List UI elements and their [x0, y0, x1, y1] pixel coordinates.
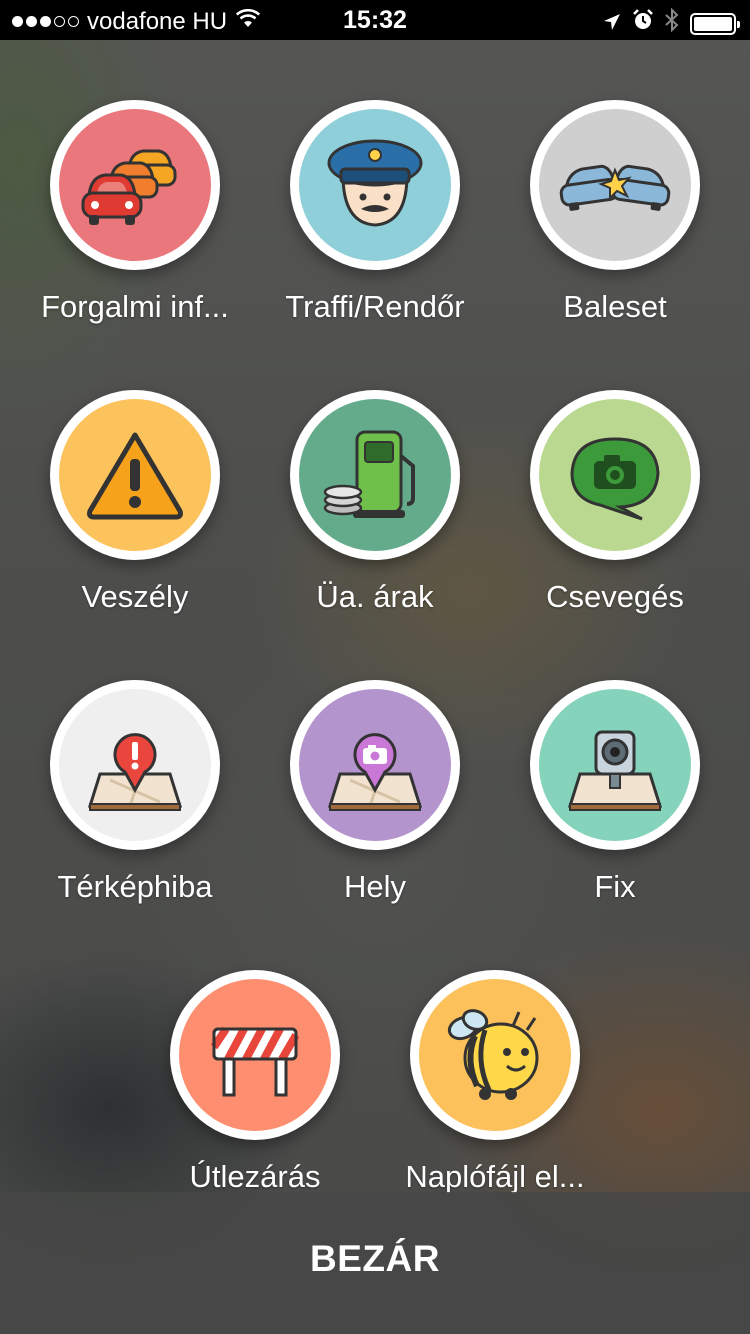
place-camera-icon — [299, 689, 451, 841]
crash-icon — [539, 109, 691, 261]
report-traffic-item[interactable]: Forgalmi inf... — [15, 100, 255, 325]
send-log-label: Naplófájl el... — [405, 1159, 585, 1194]
road-closure-icon — [179, 979, 331, 1131]
chat-camera-icon — [539, 399, 691, 551]
report-road-closure-item[interactable]: Útlezárás — [135, 970, 375, 1195]
report-police-label: Traffi/Rendőr — [285, 289, 465, 324]
report-place-label: Hely — [343, 869, 406, 904]
send-log-item[interactable]: Naplófájl el... — [375, 970, 615, 1195]
report-gas-item[interactable]: Üa. árak — [255, 390, 495, 615]
report-chat-item[interactable]: Csevegés — [495, 390, 735, 615]
speed-camera-icon — [539, 689, 691, 841]
report-road-closure-button[interactable] — [170, 970, 340, 1140]
report-speed-camera-item[interactable]: Fix — [495, 680, 735, 905]
gas-price-icon — [299, 399, 451, 551]
report-traffic-label: Forgalmi inf... — [41, 289, 229, 324]
report-crash-item[interactable]: Baleset — [495, 100, 735, 325]
location-arrow-icon — [603, 9, 621, 38]
report-gas-label: Üa. árak — [316, 579, 434, 614]
bluetooth-icon — [665, 7, 679, 39]
report-traffic-button[interactable] — [50, 100, 220, 270]
alarm-clock-icon — [632, 9, 654, 38]
report-crash-label: Baleset — [563, 289, 667, 324]
report-police-item[interactable]: Traffi/Rendőr — [255, 100, 495, 325]
report-place-item[interactable]: Hely — [255, 680, 495, 905]
traffic-jam-icon — [59, 109, 211, 261]
report-hazard-button[interactable] — [50, 390, 220, 560]
report-hazard-label: Veszély — [81, 579, 189, 614]
report-chat-button[interactable] — [530, 390, 700, 560]
report-speed-camera-label: Fix — [594, 869, 636, 904]
report-crash-button[interactable] — [530, 100, 700, 270]
report-hazard-item[interactable]: Veszély — [15, 390, 255, 615]
bee-log-icon — [419, 979, 571, 1131]
close-button[interactable]: BEZÁR — [0, 1238, 750, 1280]
status-bar: vodafone HU 15:32 — [0, 0, 750, 40]
report-gas-button[interactable] — [290, 390, 460, 560]
map-error-icon — [59, 689, 211, 841]
report-map-error-label: Térképhiba — [57, 869, 213, 904]
close-bar: BEZÁR — [0, 1192, 750, 1334]
report-speed-camera-button[interactable] — [530, 680, 700, 850]
report-police-button[interactable] — [290, 100, 460, 270]
police-icon — [299, 109, 451, 261]
report-place-button[interactable] — [290, 680, 460, 850]
report-road-closure-label: Útlezárás — [189, 1159, 321, 1194]
report-chat-label: Csevegés — [546, 579, 684, 614]
send-log-button[interactable] — [410, 970, 580, 1140]
battery-icon — [690, 12, 740, 35]
report-map-error-button[interactable] — [50, 680, 220, 850]
hazard-warning-icon — [59, 399, 211, 551]
report-map-error-item[interactable]: Térképhiba — [15, 680, 255, 905]
